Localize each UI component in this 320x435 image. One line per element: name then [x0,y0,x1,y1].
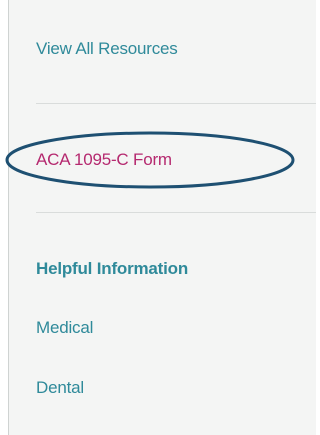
divider [36,212,316,213]
medical-link[interactable]: Medical [36,318,93,338]
helpful-information-heading: Helpful Information [36,259,189,278]
aca-1095c-form-link[interactable]: ACA 1095-C Form [36,150,172,170]
resource-sidebar: View All Resources ACA 1095-C Form Helpf… [8,0,316,435]
divider [36,103,316,104]
view-all-resources-link[interactable]: View All Resources [36,39,178,59]
dental-link[interactable]: Dental [36,378,84,398]
